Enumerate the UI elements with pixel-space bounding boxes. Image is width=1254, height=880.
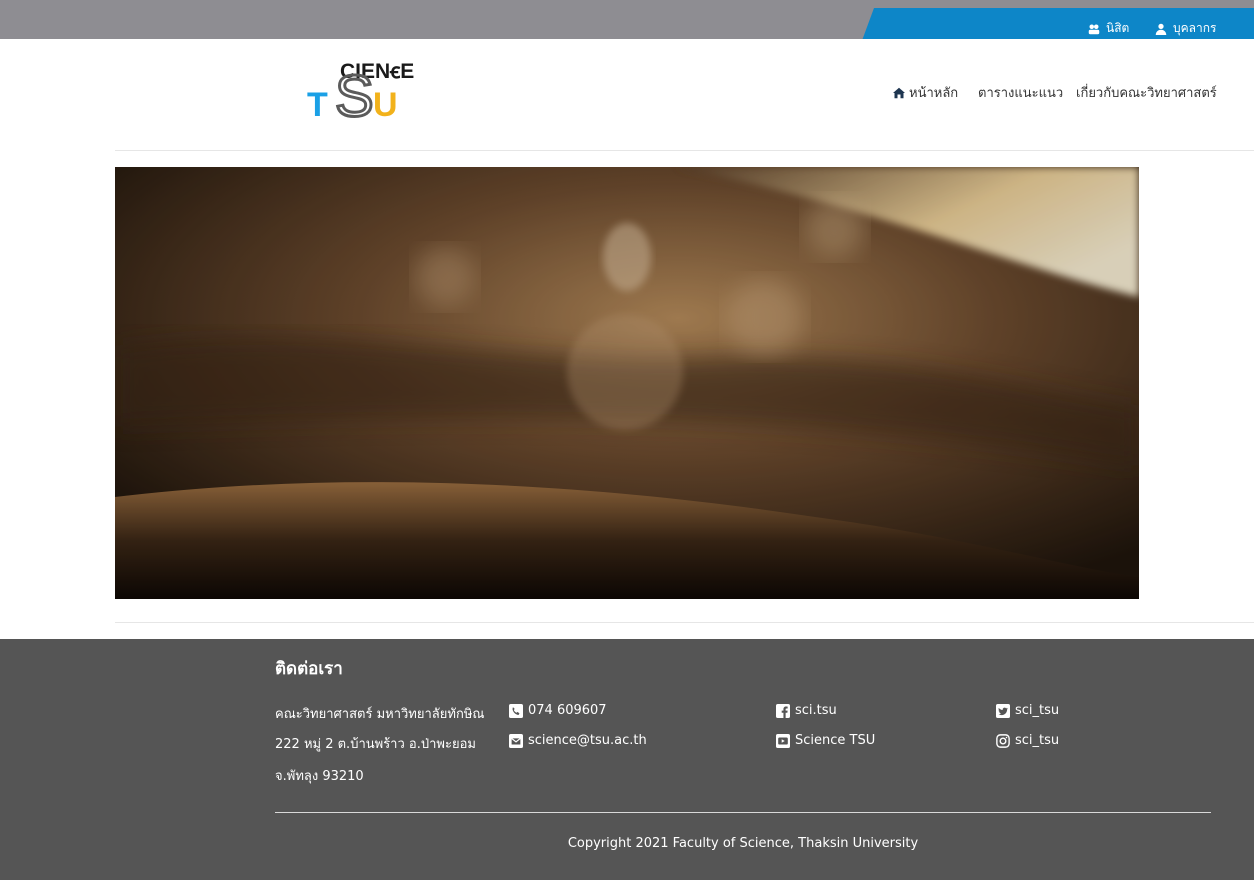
student-link-label: นิสิต <box>1106 21 1130 35</box>
science-tsu-logo[interactable]: CIENꞓE T S U <box>307 56 452 131</box>
hero-banner-image <box>115 167 1139 599</box>
student-link[interactable]: นิสิต <box>1088 19 1129 38</box>
footer-title: ติดต่อเรา <box>275 659 343 679</box>
nav-about-label: เกี่ยวกับคณะวิทยาศาสตร์ <box>1076 86 1217 101</box>
address-line-3: จ.พัทลุง 93210 <box>275 769 364 784</box>
phone-number: 074 609607 <box>528 703 607 718</box>
facebook-handle: sci.tsu <box>795 703 837 718</box>
twitter-handle: sci_tsu <box>1015 703 1060 718</box>
address-line-2: 222 หมู่ 2 ต.บ้านพร้าว อ.ป่าพะยอม <box>275 737 476 752</box>
students-icon <box>1088 24 1100 34</box>
staff-link-label: บุคลากร <box>1173 21 1217 35</box>
email-address: science@tsu.ac.th <box>528 733 647 748</box>
home-icon <box>893 87 905 98</box>
copyright-text: Copyright 2021 Faculty of Science, Thaks… <box>567 836 919 851</box>
nav-schedule-label: ตารางแนะแนว <box>978 86 1064 101</box>
nav-home-label: หน้าหลัก <box>909 86 959 101</box>
youtube-icon <box>776 733 790 748</box>
facebook-link[interactable]: sci.tsu <box>776 703 837 718</box>
logo-t-letter: T <box>307 86 328 120</box>
site-header <box>0 39 1254 151</box>
twitter-icon <box>996 703 1010 718</box>
youtube-link[interactable]: Science TSU <box>776 733 875 748</box>
twitter-link[interactable]: sci_tsu <box>996 703 1059 718</box>
email-contact[interactable]: science@tsu.ac.th <box>509 733 647 748</box>
address-line-1: คณะวิทยาศาสตร์ มหาวิทยาลัยทักษิณ <box>275 707 485 722</box>
footer-divider <box>275 812 1211 813</box>
nav-schedule[interactable]: ตารางแนะแนว <box>978 82 1063 103</box>
instagram-icon <box>996 733 1010 748</box>
user-icon <box>1155 23 1167 35</box>
youtube-channel: Science TSU <box>795 733 876 748</box>
phone-icon <box>509 703 523 718</box>
phone-contact[interactable]: 074 609607 <box>509 703 607 718</box>
envelope-icon <box>509 733 523 748</box>
nav-about[interactable]: เกี่ยวกับคณะวิทยาศาสตร์ <box>1076 82 1217 103</box>
instagram-handle: sci_tsu <box>1015 733 1060 748</box>
staff-link[interactable]: บุคลากร <box>1155 19 1216 38</box>
facebook-icon <box>776 703 790 718</box>
hero-divider <box>115 622 1254 623</box>
header-divider <box>115 150 1254 151</box>
nav-home[interactable]: หน้าหลัก <box>893 82 958 103</box>
site-footer: ติดต่อเรา คณะวิทยาศาสตร์ มหาวิทยาลัยทักษ… <box>0 639 1254 880</box>
instagram-link[interactable]: sci_tsu <box>996 733 1059 748</box>
logo-u-letter: U <box>373 86 398 120</box>
logo-s-letter: S <box>335 64 374 120</box>
